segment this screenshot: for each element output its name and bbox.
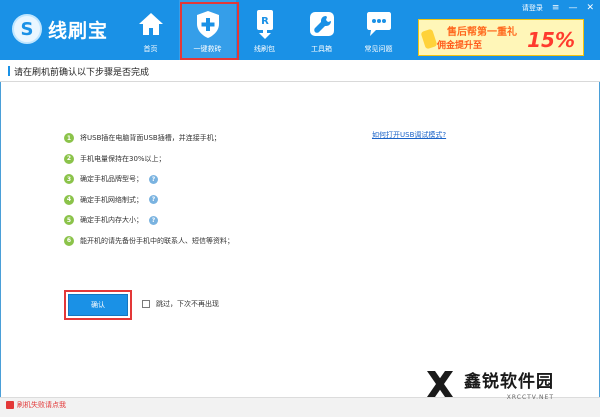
list-item: 5 确定手机内存大小； ? xyxy=(64,210,234,231)
step-number: 6 xyxy=(64,235,74,246)
login-link[interactable]: 请登录 xyxy=(522,3,543,13)
watermark-text: 鑫锐软件园 xyxy=(464,372,554,392)
logo-icon xyxy=(12,14,42,44)
promo-banner[interactable]: 售后帮第一重礼 佣金提升至 15% xyxy=(418,19,584,56)
app-logo: 线刷宝 xyxy=(12,14,108,44)
watermark-url: XRCCTV.NET xyxy=(506,394,554,401)
nav-label-home: 首页 xyxy=(143,45,158,53)
step-number: 2 xyxy=(64,153,74,164)
title-accent xyxy=(8,66,10,76)
banner-percent: 15% xyxy=(527,28,575,52)
step-text: 确定手机品牌型号； xyxy=(80,175,143,184)
list-item: 2 手机电量保持在30%以上； xyxy=(64,149,234,170)
window-controls: 请登录 ≡ — ✕ xyxy=(522,3,594,13)
nav-label-faq: 常见问题 xyxy=(364,45,393,53)
main-nav: 首页 一键救砖 R 线刷包 工具箱 常见问题 xyxy=(122,0,407,60)
help-icon[interactable]: ? xyxy=(149,215,158,225)
checkbox-box[interactable] xyxy=(142,300,150,308)
close-icon[interactable]: ✕ xyxy=(586,3,594,13)
page-title: 请在刷机前确认以下步骤是否完成 xyxy=(14,68,150,78)
checklist: 1 将USB插在电脑背面USB插槽，并连接手机； 2 手机电量保持在30%以上；… xyxy=(64,128,234,251)
left-border xyxy=(0,82,1,397)
step-text: 手机电量保持在30%以上； xyxy=(80,154,166,163)
help-icon[interactable]: ? xyxy=(149,195,158,205)
list-item: 4 确定手机网络制式； ? xyxy=(64,190,234,211)
step-number: 3 xyxy=(64,174,74,185)
shield-plus-icon xyxy=(192,8,224,40)
menu-icon[interactable]: ≡ xyxy=(552,3,560,13)
list-item: 3 确定手机品牌型号； ? xyxy=(64,169,234,190)
minimize-icon[interactable]: — xyxy=(568,3,577,13)
nav-label-unbrick: 一键救砖 xyxy=(193,45,222,53)
nav-item-faq[interactable]: 常见问题 xyxy=(350,0,407,60)
nav-label-toolbox: 工具箱 xyxy=(311,45,332,53)
step-number: 5 xyxy=(64,215,74,226)
step-text: 能开机的请先备份手机中的联系人、短信等资料； xyxy=(80,236,234,245)
confirm-button[interactable]: 确认 xyxy=(68,294,128,316)
top-bar: 线刷宝 首页 一键救砖 xyxy=(0,0,600,60)
nav-label-rom: 线刷包 xyxy=(254,45,275,53)
flash-fail-label: 刷机失败请点我 xyxy=(17,401,66,409)
skip-checkbox[interactable]: 跳过，下次不再出现 xyxy=(142,299,219,309)
step-number: 4 xyxy=(64,194,74,205)
confirm-highlight: 确认 xyxy=(64,290,132,320)
svg-text:R: R xyxy=(261,16,269,27)
flash-fail-link[interactable]: 刷机失败请点我 xyxy=(6,400,66,410)
nav-item-unbrick[interactable]: 一键救砖 xyxy=(179,0,239,60)
step-number: 1 xyxy=(64,133,74,144)
list-item: 6 能开机的请先备份手机中的联系人、短信等资料； xyxy=(64,231,234,252)
chat-bubble-icon xyxy=(363,8,395,40)
step-text: 确定手机内存大小； xyxy=(80,216,143,225)
watermark: 鑫锐软件园 XRCCTV.NET xyxy=(422,366,554,402)
list-item: 1 将USB插在电脑背面USB插槽，并连接手机； xyxy=(64,128,234,149)
watermark-logo-icon xyxy=(422,366,458,402)
step-text: 确定手机网络制式； xyxy=(80,195,143,204)
nav-item-rom[interactable]: R 线刷包 xyxy=(236,0,293,60)
step-text: 将USB插在电脑背面USB插槽，并连接手机； xyxy=(80,134,221,143)
help-icon[interactable]: ? xyxy=(149,174,158,184)
wrench-icon xyxy=(306,8,338,40)
usb-debug-help-link[interactable]: 如何打开USB调试模式? xyxy=(372,130,446,140)
skip-label: 跳过，下次不再出现 xyxy=(156,300,219,308)
home-icon xyxy=(135,8,167,40)
logo-text: 线刷宝 xyxy=(48,19,109,42)
warning-icon xyxy=(6,401,14,409)
banner-line1: 售后帮第一重礼 xyxy=(447,27,517,38)
section-header: 请在刷机前确认以下步骤是否完成 xyxy=(0,60,600,82)
rom-package-icon: R xyxy=(249,8,281,40)
nav-item-toolbox[interactable]: 工具箱 xyxy=(293,0,350,60)
gift-icon xyxy=(420,28,438,50)
nav-item-home[interactable]: 首页 xyxy=(122,0,179,60)
banner-line2: 佣金提升至 xyxy=(437,41,483,51)
